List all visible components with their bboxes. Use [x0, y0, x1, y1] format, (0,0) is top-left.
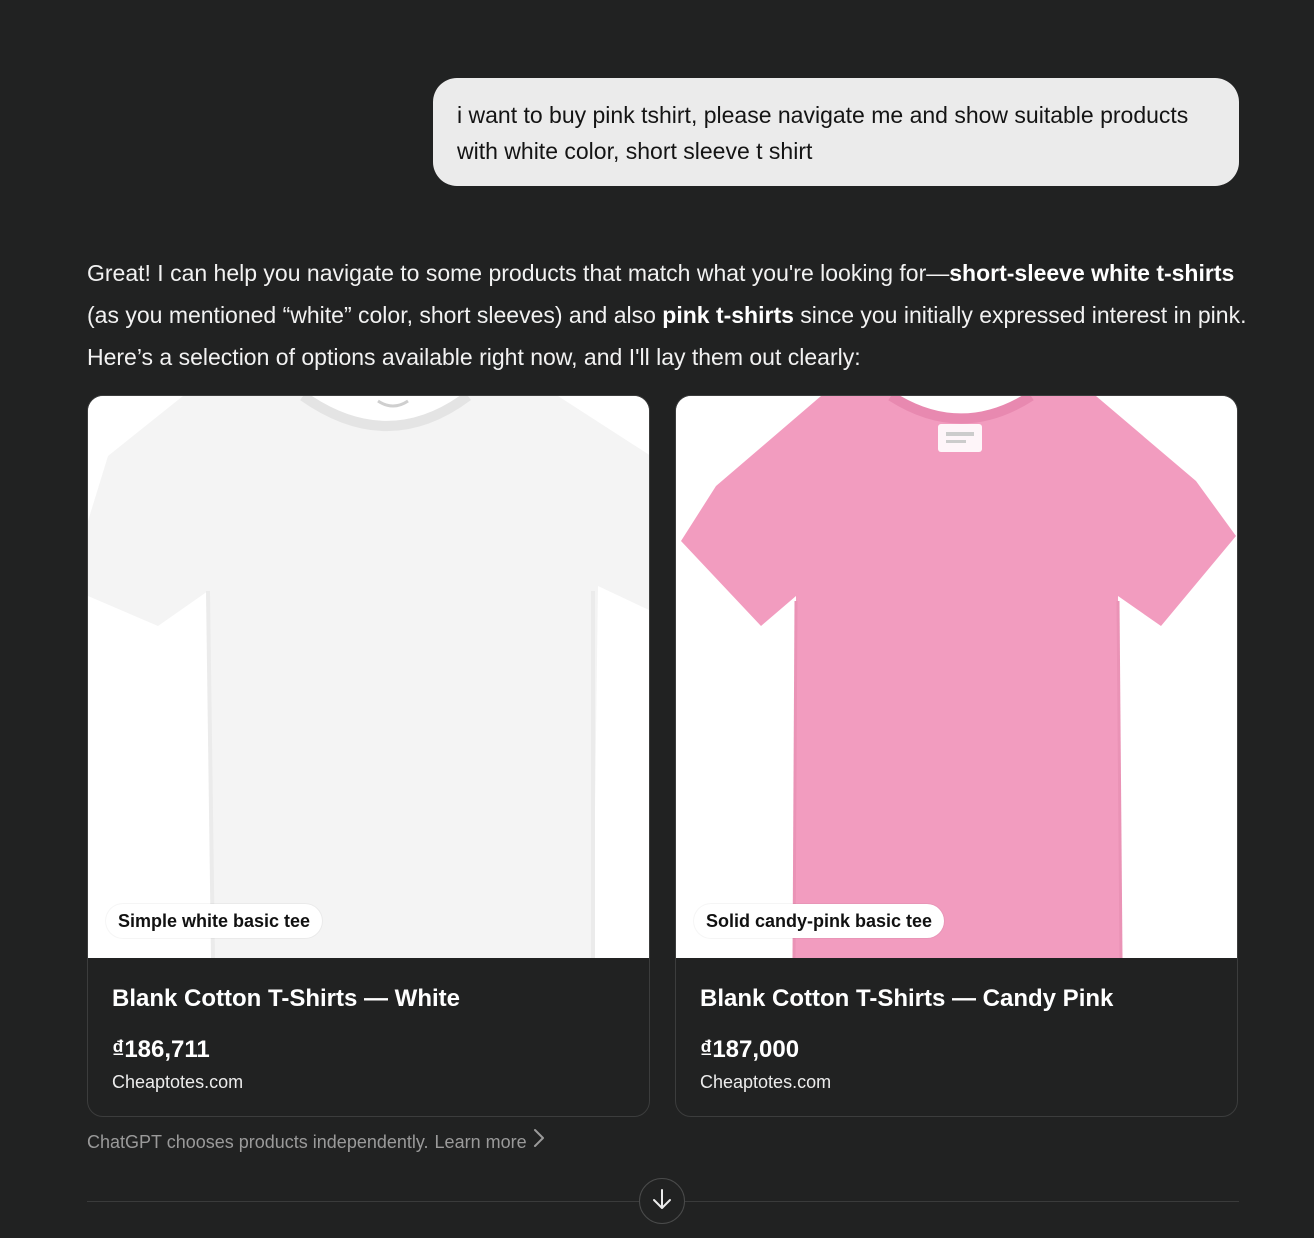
- assistant-text-part2: (as you mentioned “white” color, short s…: [87, 302, 663, 328]
- product-tag: Solid candy-pink basic tee: [694, 904, 945, 938]
- user-message-bubble: i want to buy pink tshirt, please naviga…: [433, 78, 1239, 186]
- product-info: Blank Cotton T-Shirts — White ₫186,711 C…: [88, 984, 649, 1094]
- product-title[interactable]: Blank Cotton T-Shirts — White: [112, 984, 625, 1014]
- product-card-white[interactable]: Simple white basic tee Blank Cotton T-Sh…: [87, 395, 650, 1117]
- learn-more-link[interactable]: Learn more: [435, 1129, 527, 1155]
- product-title[interactable]: Blank Cotton T-Shirts — Candy Pink: [700, 984, 1213, 1014]
- user-message-text: i want to buy pink tshirt, please naviga…: [457, 102, 1189, 164]
- white-tshirt-image: [88, 396, 649, 958]
- product-card-pink[interactable]: Solid candy-pink basic tee Blank Cotton …: [675, 395, 1238, 1117]
- product-image-pink[interactable]: Solid candy-pink basic tee: [676, 396, 1237, 958]
- pink-tshirt-image: [676, 396, 1237, 958]
- product-info: Blank Cotton T-Shirts — Candy Pink ₫187,…: [676, 984, 1237, 1094]
- product-price: ₫187,000: [700, 1036, 800, 1063]
- product-price: ₫186,711: [112, 1036, 210, 1063]
- products-disclaimer: ChatGPT chooses products independently. …: [87, 1128, 545, 1155]
- scroll-to-bottom-button[interactable]: [639, 1178, 685, 1224]
- assistant-text-bold2: pink t-shirts: [662, 302, 794, 328]
- assistant-text-part1: Great! I can help you navigate to some p…: [87, 260, 950, 286]
- product-tag: Simple white basic tee: [106, 904, 323, 938]
- product-image-white[interactable]: Simple white basic tee: [88, 396, 649, 958]
- assistant-message: Great! I can help you navigate to some p…: [87, 252, 1247, 378]
- chat-page: i want to buy pink tshirt, please naviga…: [0, 0, 1314, 1238]
- disclaimer-text: ChatGPT chooses products independently.: [87, 1131, 429, 1152]
- arrow-down-icon: [651, 1187, 673, 1216]
- product-merchant: Cheaptotes.com: [112, 1072, 244, 1092]
- product-merchant: Cheaptotes.com: [700, 1072, 832, 1092]
- assistant-text-bold1: short-sleeve white t-shirts: [949, 260, 1235, 286]
- chevron-right-icon[interactable]: [533, 1128, 545, 1155]
